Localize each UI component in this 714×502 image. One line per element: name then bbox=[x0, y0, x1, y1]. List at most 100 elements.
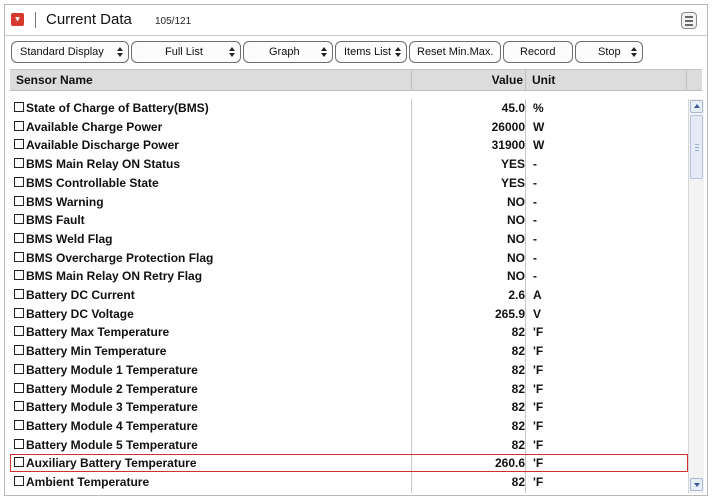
row-checkbox[interactable] bbox=[14, 139, 24, 149]
column-header-value[interactable]: Value bbox=[492, 73, 523, 87]
row-checkbox[interactable] bbox=[14, 177, 24, 187]
row-checkbox[interactable] bbox=[14, 196, 24, 206]
sensor-value: 82 bbox=[511, 438, 525, 452]
sensor-unit: 'F bbox=[533, 419, 544, 433]
table-row[interactable]: Battery Module 3 Temperature 82 'F bbox=[10, 398, 688, 416]
title-divider bbox=[35, 12, 36, 28]
column-header-unit[interactable]: Unit bbox=[532, 73, 555, 87]
sensor-name: Battery Module 3 Temperature bbox=[26, 400, 198, 414]
sensor-unit: 'F bbox=[533, 325, 544, 339]
title-bar: Current Data 105/121 bbox=[5, 5, 707, 35]
table-row[interactable]: BMS Controllable State YES - bbox=[10, 174, 688, 192]
record-label: Record bbox=[520, 46, 556, 58]
table-row[interactable]: Battery DC Current 2.6 A bbox=[10, 286, 688, 304]
row-checkbox[interactable] bbox=[14, 270, 24, 280]
grip-line bbox=[695, 150, 699, 151]
table-row[interactable]: BMS Warning NO - bbox=[10, 193, 688, 211]
vertical-scrollbar[interactable] bbox=[688, 99, 704, 493]
table-row[interactable]: Available Discharge Power 31900 W bbox=[10, 136, 688, 154]
graph-dropdown[interactable]: Graph bbox=[243, 41, 333, 63]
column-divider bbox=[525, 70, 526, 90]
row-checkbox[interactable] bbox=[14, 308, 24, 318]
record-button[interactable]: Record bbox=[503, 41, 573, 63]
sensor-unit: 'F bbox=[533, 400, 544, 414]
title-separator bbox=[5, 35, 707, 36]
sensor-name: BMS Fault bbox=[26, 213, 85, 227]
sensor-name: BMS Main Relay ON Status bbox=[26, 157, 181, 171]
menu-icon-bar bbox=[685, 24, 693, 26]
sensor-unit: W bbox=[533, 138, 545, 152]
updown-arrow-icon bbox=[631, 45, 637, 59]
table-row[interactable]: Battery Module 5 Temperature 82 'F bbox=[10, 436, 688, 454]
table-row[interactable]: BMS Weld Flag NO - bbox=[10, 230, 688, 248]
row-checkbox[interactable] bbox=[14, 252, 24, 262]
standard-display-dropdown[interactable]: Standard Display bbox=[11, 41, 129, 63]
menu-icon-bar bbox=[685, 16, 693, 18]
current-data-window: Current Data 105/121 Standard Display Fu… bbox=[4, 4, 708, 496]
items-list-dropdown[interactable]: Items List bbox=[335, 41, 407, 63]
row-checkbox[interactable] bbox=[14, 420, 24, 430]
table-row[interactable]: Battery DC Voltage 265.9 V bbox=[10, 305, 688, 323]
sensor-unit: - bbox=[533, 269, 537, 283]
table-row[interactable]: State of Charge of Battery(BMS) 45.0% bbox=[10, 99, 688, 117]
table-row[interactable]: Battery Module 1 Temperature 82 'F bbox=[10, 361, 688, 379]
stop-dropdown[interactable]: Stop bbox=[575, 41, 643, 63]
row-checkbox[interactable] bbox=[14, 476, 24, 486]
scroll-up-arrow-icon[interactable] bbox=[690, 100, 703, 113]
table-row[interactable]: BMS Main Relay ON Status YES - bbox=[10, 155, 688, 173]
row-checkbox[interactable] bbox=[14, 326, 24, 336]
scroll-down-arrow-icon[interactable] bbox=[690, 478, 703, 491]
sensor-name: Battery Module 5 Temperature bbox=[26, 438, 198, 452]
table-row[interactable]: Battery Max Temperature 82 'F bbox=[10, 323, 688, 341]
table-row[interactable]: BMS Overcharge Protection Flag NO - bbox=[10, 249, 688, 267]
sensor-name: Available Discharge Power bbox=[26, 138, 179, 152]
updown-arrow-icon bbox=[321, 45, 327, 59]
row-checkbox[interactable] bbox=[14, 102, 24, 112]
table-row[interactable]: Auxiliary Battery Temperature 260.6 'F bbox=[10, 454, 688, 472]
sensor-unit: 'F bbox=[533, 475, 544, 489]
sensor-value: NO bbox=[507, 195, 525, 209]
full-list-dropdown[interactable]: Full List bbox=[131, 41, 241, 63]
row-checkbox[interactable] bbox=[14, 158, 24, 168]
row-checkbox[interactable] bbox=[14, 364, 24, 374]
sensor-name: Ambient Temperature bbox=[26, 475, 150, 489]
sensor-value: 82 bbox=[511, 344, 525, 358]
sensor-name: Available Charge Power bbox=[26, 120, 163, 134]
column-divider bbox=[411, 70, 412, 90]
row-checkbox[interactable] bbox=[14, 457, 24, 467]
sensor-value: 82 bbox=[511, 475, 525, 489]
sensor-name: Battery Max Temperature bbox=[26, 325, 170, 339]
sensor-value: 82 bbox=[511, 325, 525, 339]
table-row[interactable]: Battery Module 2 Temperature 82 'F bbox=[10, 380, 688, 398]
sensor-value: NO bbox=[507, 269, 525, 283]
sensor-name: Battery DC Current bbox=[26, 288, 135, 302]
grip-line bbox=[695, 144, 699, 145]
row-checkbox[interactable] bbox=[14, 401, 24, 411]
row-checkbox[interactable] bbox=[14, 439, 24, 449]
row-checkbox[interactable] bbox=[14, 121, 24, 131]
table-row[interactable]: Battery Min Temperature 82 'F bbox=[10, 342, 688, 360]
toolbar: Standard Display Full List Graph Items L… bbox=[5, 38, 707, 66]
row-checkbox[interactable] bbox=[14, 383, 24, 393]
page-title: Current Data bbox=[46, 11, 132, 28]
table-row[interactable]: Ambient Temperature 82 'F bbox=[10, 473, 688, 491]
table-row[interactable]: Available Charge Power 26000 W bbox=[10, 118, 688, 136]
reset-min-max-button[interactable]: Reset Min.Max. bbox=[409, 41, 501, 63]
standard-display-label: Standard Display bbox=[20, 46, 104, 58]
table-row[interactable]: Battery Module 4 Temperature 82 'F bbox=[10, 417, 688, 435]
sensor-name: Auxiliary Battery Temperature bbox=[26, 456, 197, 470]
column-header-sensor-name[interactable]: Sensor Name bbox=[16, 73, 93, 87]
items-list-label: Items List bbox=[344, 46, 392, 58]
menu-icon[interactable] bbox=[681, 12, 697, 29]
table-row[interactable]: BMS Main Relay ON Retry Flag NO - bbox=[10, 267, 688, 285]
collapse-arrow-icon[interactable] bbox=[11, 13, 24, 26]
sensor-unit: 'F bbox=[533, 456, 544, 470]
scrollbar-thumb[interactable] bbox=[690, 115, 703, 179]
table-row[interactable]: BMS Fault NO - bbox=[10, 211, 688, 229]
row-checkbox[interactable] bbox=[14, 233, 24, 243]
row-checkbox[interactable] bbox=[14, 345, 24, 355]
sensor-name: Battery Module 1 Temperature bbox=[26, 363, 198, 377]
row-checkbox[interactable] bbox=[14, 214, 24, 224]
row-checkbox[interactable] bbox=[14, 289, 24, 299]
sensor-name: Battery Min Temperature bbox=[26, 344, 167, 358]
